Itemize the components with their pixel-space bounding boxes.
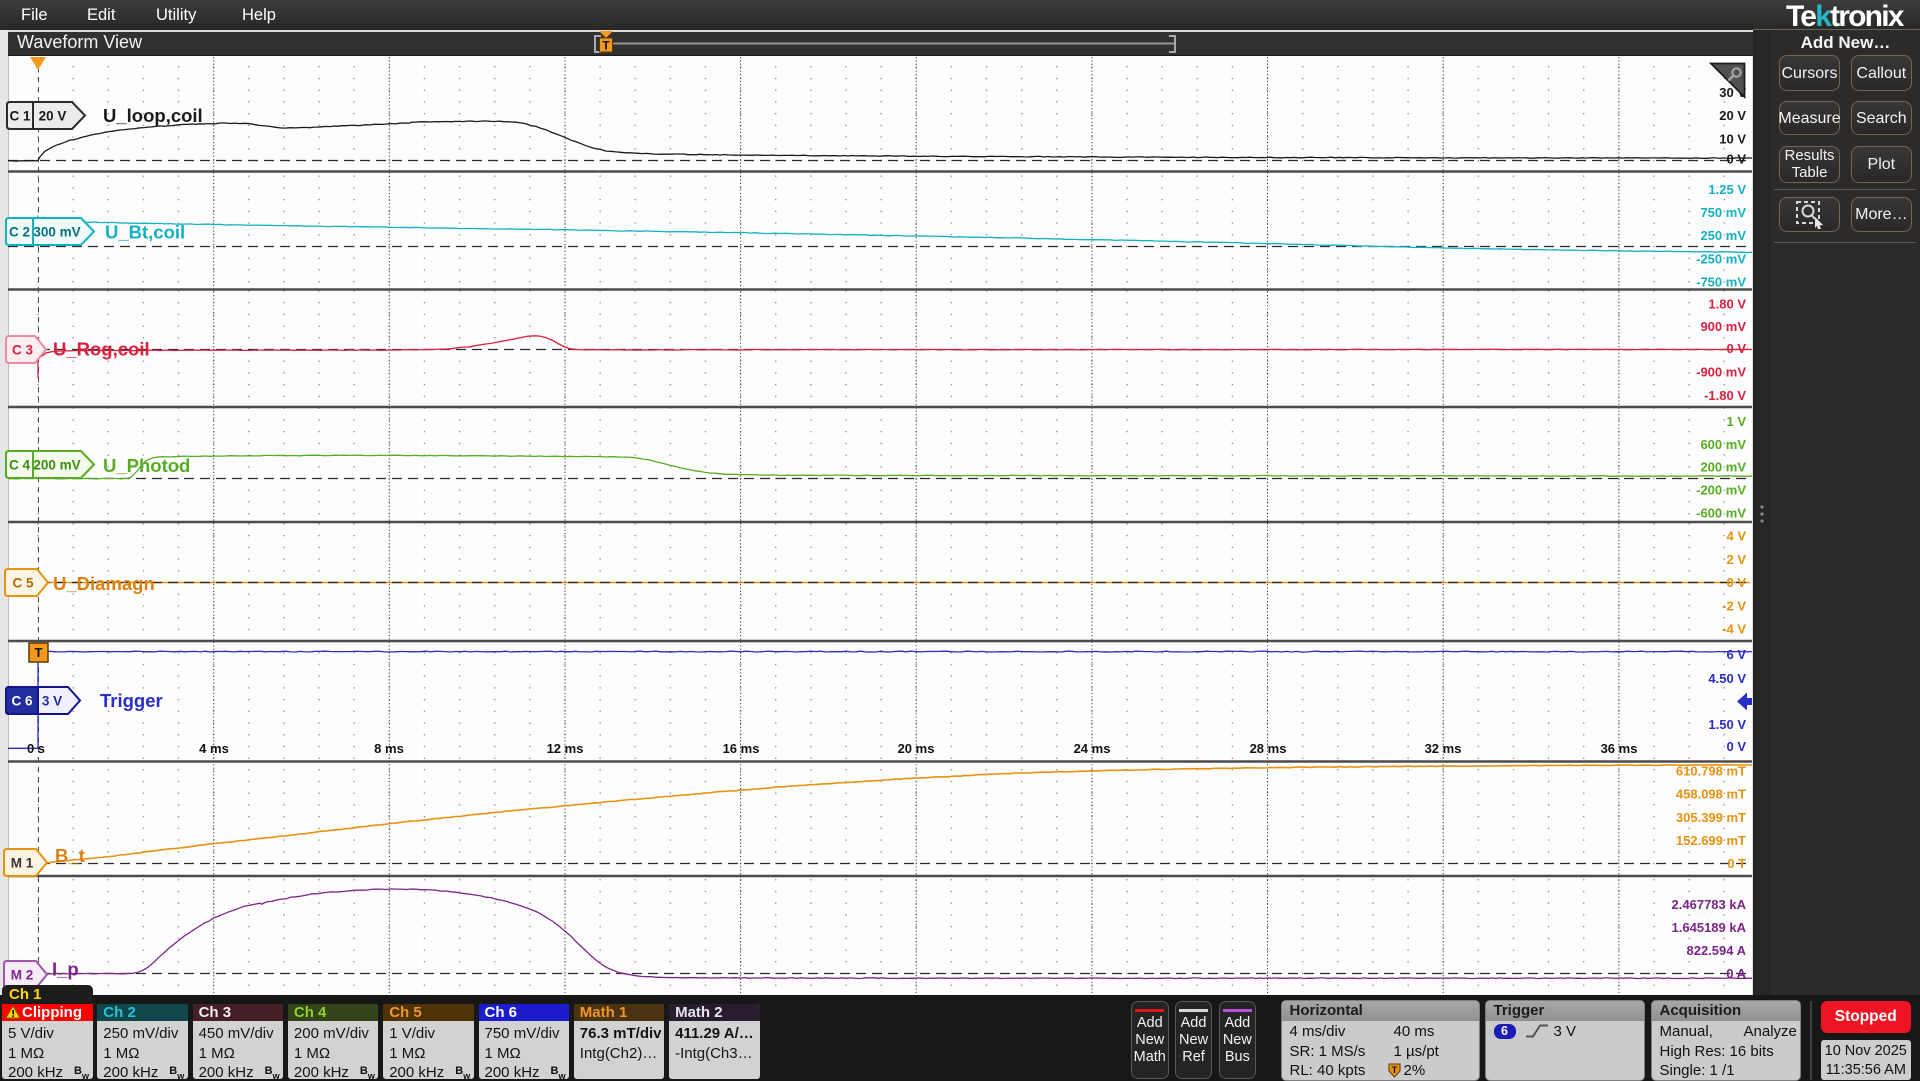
svg-text:152.699 mT: 152.699 mT xyxy=(1676,833,1746,848)
svg-text:-900 mV: -900 mV xyxy=(1696,365,1746,380)
svg-text:C 2: C 2 xyxy=(9,225,30,240)
svg-text:M 2: M 2 xyxy=(11,968,34,983)
svg-text:U_loop,coil: U_loop,coil xyxy=(103,105,203,126)
svg-text:-2 V: -2 V xyxy=(1722,598,1746,613)
svg-text:-600 mV: -600 mV xyxy=(1696,506,1746,521)
svg-text:12 ms: 12 ms xyxy=(547,741,584,756)
svg-text:1.80 V: 1.80 V xyxy=(1708,297,1746,312)
svg-text:-250 mV: -250 mV xyxy=(1696,251,1746,266)
svg-text:0 A: 0 A xyxy=(1726,966,1746,981)
svg-text:-1.80 V: -1.80 V xyxy=(1704,388,1746,403)
svg-text:U_Diamagn: U_Diamagn xyxy=(53,573,155,594)
svg-text:28 ms: 28 ms xyxy=(1250,741,1287,756)
svg-text:4.50 V: 4.50 V xyxy=(1708,671,1746,686)
svg-text:200 mV: 200 mV xyxy=(33,458,80,473)
svg-text:16 ms: 16 ms xyxy=(723,741,760,756)
svg-text:C 4: C 4 xyxy=(9,458,31,473)
svg-text:10 V: 10 V xyxy=(1719,132,1746,147)
svg-text:Trigger: Trigger xyxy=(100,690,163,711)
svg-text:1.645189 kA: 1.645189 kA xyxy=(1672,920,1747,935)
svg-text:600 mV: 600 mV xyxy=(1700,437,1746,452)
svg-text:305.399 mT: 305.399 mT xyxy=(1676,810,1746,825)
svg-text:-4 V: -4 V xyxy=(1722,621,1746,636)
svg-text:20 ms: 20 ms xyxy=(898,741,935,756)
svg-text:T: T xyxy=(35,645,43,660)
svg-text:I_p: I_p xyxy=(52,959,79,980)
svg-text:1.50 V: 1.50 V xyxy=(1708,717,1746,732)
svg-text:32 ms: 32 ms xyxy=(1425,741,1462,756)
svg-text:0 T: 0 T xyxy=(1727,856,1746,871)
svg-text:822.594 A: 822.594 A xyxy=(1686,943,1746,958)
svg-text:24 ms: 24 ms xyxy=(1074,741,1111,756)
svg-text:4 ms: 4 ms xyxy=(199,741,229,756)
svg-text:300 mV: 300 mV xyxy=(33,225,80,240)
svg-text:458.098 mT: 458.098 mT xyxy=(1676,787,1746,802)
svg-text:750 mV: 750 mV xyxy=(1700,205,1746,220)
svg-text:20 V: 20 V xyxy=(1719,108,1746,123)
svg-text:0 V: 0 V xyxy=(1726,739,1746,754)
svg-text:C 6: C 6 xyxy=(11,694,33,709)
svg-text:6 V: 6 V xyxy=(1726,647,1746,662)
svg-text:-200 mV: -200 mV xyxy=(1696,483,1746,498)
svg-text:0 V: 0 V xyxy=(1726,152,1746,167)
svg-text:2 V: 2 V xyxy=(1726,552,1746,567)
svg-text:C 5: C 5 xyxy=(12,576,34,591)
svg-text:900 mV: 900 mV xyxy=(1700,319,1746,334)
svg-text:C 3: C 3 xyxy=(12,343,34,358)
svg-text:U_Rog,coil: U_Rog,coil xyxy=(53,339,150,360)
svg-text:20 V: 20 V xyxy=(39,109,67,124)
svg-text:4 V: 4 V xyxy=(1726,529,1746,544)
svg-text:U_Photod: U_Photod xyxy=(103,455,190,476)
svg-text:T: T xyxy=(1391,1065,1397,1075)
svg-text:C 1: C 1 xyxy=(9,109,31,124)
svg-text:200 mV: 200 mV xyxy=(1700,460,1746,475)
svg-text:-750 mV: -750 mV xyxy=(1696,275,1746,290)
svg-text:36 ms: 36 ms xyxy=(1601,741,1638,756)
svg-text:0 V: 0 V xyxy=(1726,341,1746,356)
svg-text:0 s: 0 s xyxy=(27,741,45,756)
svg-text:M 1: M 1 xyxy=(11,856,34,871)
svg-text:3 V: 3 V xyxy=(42,694,62,709)
svg-text:U_Bt,coil: U_Bt,coil xyxy=(105,222,185,243)
svg-text:610.798 mT: 610.798 mT xyxy=(1676,764,1746,779)
svg-text:1.25 V: 1.25 V xyxy=(1708,182,1746,197)
svg-text:2.467783 kA: 2.467783 kA xyxy=(1672,897,1747,912)
svg-text:250 mV: 250 mV xyxy=(1700,228,1746,243)
svg-text:B_t: B_t xyxy=(55,845,85,866)
svg-text:0 V: 0 V xyxy=(1726,575,1746,590)
svg-text:T: T xyxy=(602,39,610,53)
svg-text:8 ms: 8 ms xyxy=(374,741,404,756)
svg-text:1 V: 1 V xyxy=(1726,414,1746,429)
